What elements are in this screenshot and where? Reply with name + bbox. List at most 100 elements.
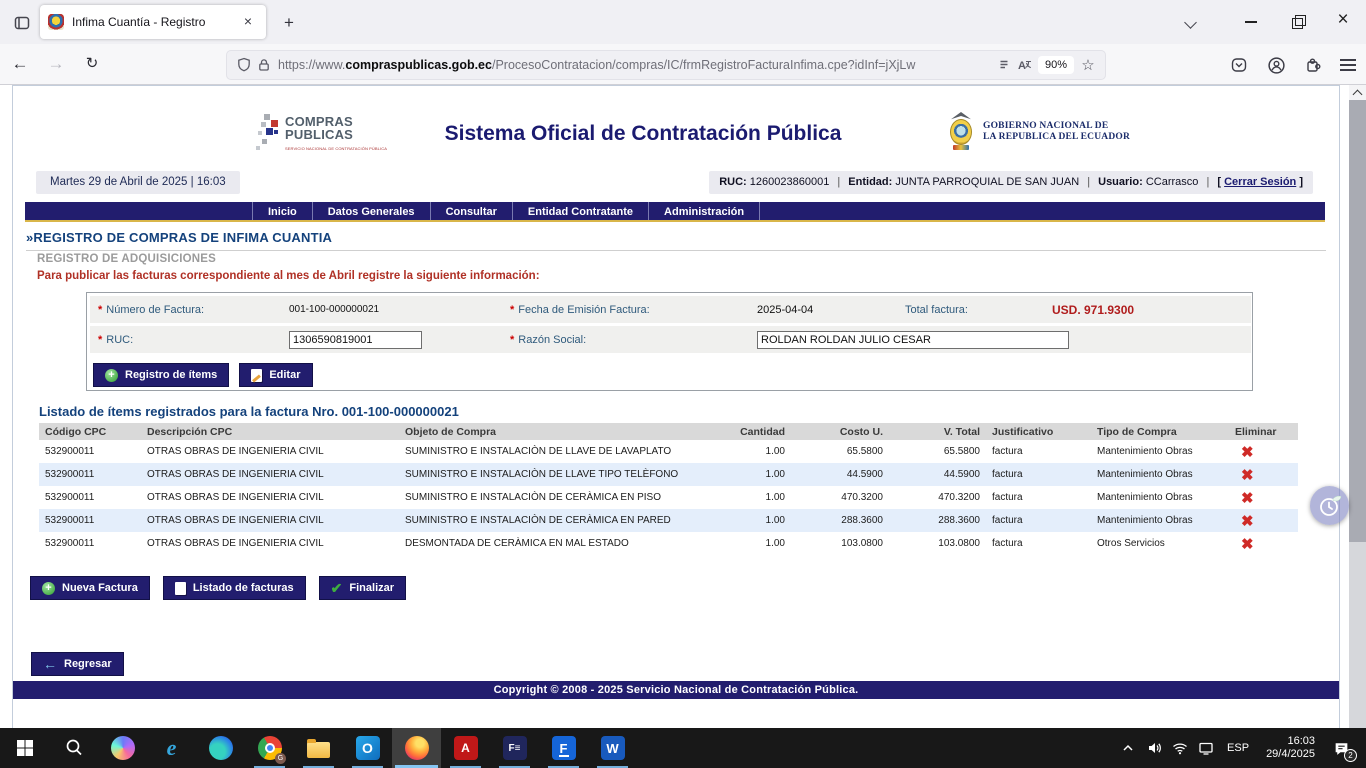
browser-tab[interactable]: Infima Cuantía - Registro: [40, 5, 266, 39]
col-cantidad: Cantidad: [713, 423, 791, 440]
numero-factura-label: *Número de Factura:: [90, 304, 289, 316]
delete-item-icon[interactable]: [1241, 535, 1254, 553]
restore-button[interactable]: [1274, 0, 1320, 44]
url-text: https://www.compraspublicas.gob.ec/Proce…: [278, 58, 990, 72]
table-header-row: Código CPC Descripción CPC Objeto de Com…: [39, 423, 1298, 440]
file-explorer-icon: [307, 742, 330, 758]
back-button[interactable]: [4, 49, 36, 79]
language-indicator[interactable]: ESP: [1219, 742, 1257, 754]
items-table: Código CPC Descripción CPC Objeto de Com…: [39, 423, 1298, 555]
taskbar-outlook-button[interactable]: O: [343, 728, 392, 768]
taskbar-search-button[interactable]: [49, 728, 98, 768]
item-row: 532900011 OTRAS OBRAS DE INGENIERIA CIVI…: [39, 532, 1298, 555]
nav-item-datos-generales[interactable]: Datos Generales: [312, 202, 430, 220]
taskbar-internet-explorer-button[interactable]: e: [147, 728, 196, 768]
nav-item-administracion[interactable]: Administración: [648, 202, 760, 220]
government-logo: GOBIERNO NACIONAL DE LA REPUBLICA DEL EC…: [946, 112, 1130, 152]
delete-item-icon[interactable]: [1241, 466, 1254, 484]
lock-icon[interactable]: [254, 55, 274, 75]
shield-icon[interactable]: [234, 55, 254, 75]
outlook-icon: O: [356, 736, 380, 760]
taskbar-acrobat-button[interactable]: A: [441, 728, 490, 768]
start-button[interactable]: [0, 728, 49, 768]
url-bar[interactable]: https://www.compraspublicas.gob.ec/Proce…: [226, 50, 1106, 80]
scrollbar-up-arrow[interactable]: [1349, 85, 1366, 100]
taskbar-firefox-button[interactable]: [392, 728, 441, 768]
nav-item-entidad-contratante[interactable]: Entidad Contratante: [512, 202, 648, 220]
edge-icon: [209, 736, 233, 760]
ecuador-crest-icon: [946, 112, 976, 152]
browser-titlebar: Infima Cuantía - Registro: [0, 0, 1366, 44]
razon-social-input[interactable]: [757, 331, 1069, 349]
tab-list-chevron-icon[interactable]: [1176, 7, 1206, 37]
total-factura-label: Total factura:: [897, 304, 1052, 316]
nueva-factura-button[interactable]: Nueva Factura: [30, 576, 150, 600]
minimize-button[interactable]: [1228, 0, 1274, 44]
regresar-button[interactable]: Regresar: [31, 652, 124, 676]
reader-view-icon[interactable]: [994, 55, 1014, 75]
taskbar-file-explorer-button[interactable]: [294, 728, 343, 768]
ruc-field-label: *RUC:: [90, 334, 289, 346]
screen-time-overlay-widget[interactable]: [1310, 486, 1349, 525]
taskbar-chrome-button[interactable]: G: [245, 728, 294, 768]
listado-facturas-button[interactable]: Listado de facturas: [163, 576, 306, 600]
page-viewport: COMPRAS PUBLICAS SERVICIO NACIONAL DE CO…: [0, 85, 1366, 728]
extensions-puzzle-icon[interactable]: [1303, 55, 1323, 75]
close-window-button[interactable]: [1320, 0, 1366, 44]
reload-button[interactable]: [76, 49, 108, 79]
taskbar-copilot-button[interactable]: [98, 728, 147, 768]
tab-close-icon[interactable]: [238, 12, 258, 32]
taskbar-edge-button[interactable]: [196, 728, 245, 768]
back-arrow-icon: [43, 656, 57, 672]
document-icon: [175, 582, 186, 595]
pocket-icon[interactable]: [1229, 55, 1249, 75]
breadcrumb: »REGISTRO DE COMPRAS DE INFIMA CUANTIA: [26, 230, 1326, 251]
usuario-value: CCarrasco: [1146, 176, 1199, 188]
scrollbar-thumb[interactable]: [1349, 100, 1366, 542]
col-descripcion-cpc: Descripción CPC: [141, 423, 399, 440]
taskbar-word-button[interactable]: W: [588, 728, 637, 768]
forward-button[interactable]: [40, 49, 72, 79]
chrome-profile-badge: G: [275, 753, 286, 764]
registro-items-button[interactable]: Registro de ítems: [93, 363, 229, 387]
delete-item-icon[interactable]: [1241, 512, 1254, 530]
zoom-level-chip[interactable]: 90%: [1038, 56, 1074, 74]
check-icon: [331, 580, 343, 597]
translate-icon[interactable]: A: [1014, 55, 1034, 75]
tray-chevron-up-icon[interactable]: [1115, 728, 1141, 768]
current-datetime: Martes 29 de Abril de 2025 | 16:03: [36, 171, 240, 194]
logout-link[interactable]: Cerrar Sesión: [1224, 176, 1296, 188]
notification-center-icon[interactable]: 2: [1324, 728, 1358, 768]
taskbar-f-app-button[interactable]: F: [539, 728, 588, 768]
session-info-bar: RUC: 1260023860001 | Entidad: JUNTA PARR…: [709, 171, 1313, 194]
bookmark-star-icon[interactable]: [1078, 55, 1098, 75]
page-scrollbar[interactable]: [1349, 85, 1366, 728]
nav-item-consultar[interactable]: Consultar: [430, 202, 512, 220]
finalizar-button[interactable]: Finalizar: [319, 576, 406, 600]
new-tab-button[interactable]: [278, 12, 300, 34]
menu-hamburger-icon[interactable]: [1340, 59, 1356, 71]
delete-item-icon[interactable]: [1241, 489, 1254, 507]
fes-app-icon: F≡: [503, 736, 527, 760]
nav-item-inicio[interactable]: Inicio: [252, 202, 312, 220]
instruction-text: Para publicar las facturas correspondien…: [37, 270, 540, 282]
taskbar-fes-app-button[interactable]: F≡: [490, 728, 539, 768]
taskbar-clock[interactable]: 16:03 29/4/2025: [1257, 735, 1324, 761]
word-icon: W: [601, 736, 625, 760]
tray-volume-icon[interactable]: [1141, 728, 1167, 768]
razon-social-label: *Razón Social:: [502, 334, 757, 346]
col-costo-u: Costo U.: [791, 423, 889, 440]
edit-icon: [251, 369, 262, 382]
ruc-input[interactable]: [289, 331, 422, 349]
editar-button[interactable]: Editar: [239, 363, 312, 387]
tray-cast-icon[interactable]: [1193, 728, 1219, 768]
plus-icon: [105, 369, 118, 382]
ruc-value: 1260023860001: [750, 176, 830, 188]
firefox-view-icon[interactable]: [10, 11, 34, 35]
account-icon[interactable]: [1266, 55, 1286, 75]
page-content: COMPRAS PUBLICAS SERVICIO NACIONAL DE CO…: [12, 85, 1340, 728]
delete-item-icon[interactable]: [1241, 443, 1254, 461]
acrobat-icon: A: [454, 736, 478, 760]
f-app-icon: F: [552, 736, 576, 760]
tray-wifi-icon[interactable]: [1167, 728, 1193, 768]
